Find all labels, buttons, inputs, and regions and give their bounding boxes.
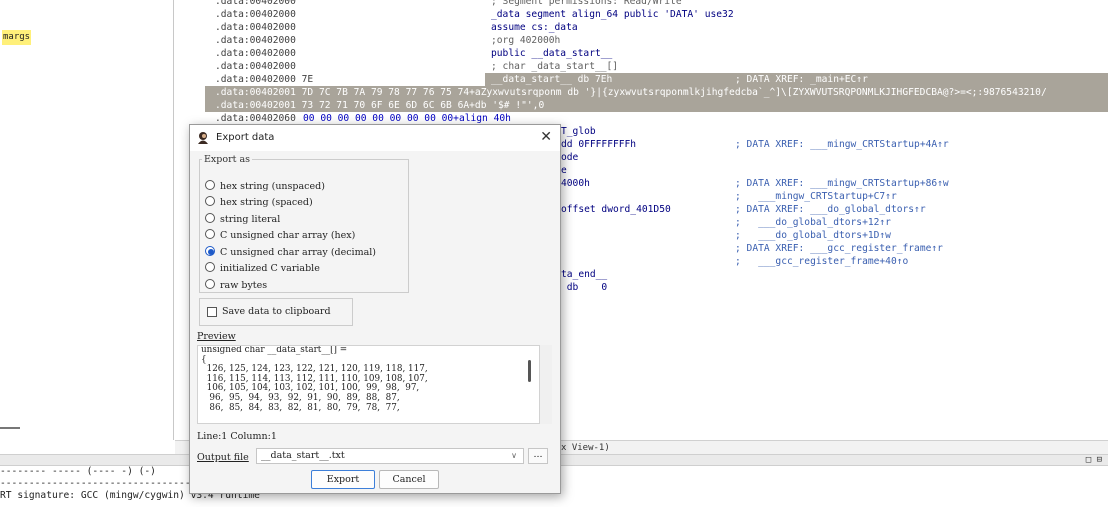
radio-icon[interactable] bbox=[205, 279, 215, 289]
asm-line-string[interactable]: .data:00402001 7D 7C 7B 7A 79 78 77 76 7… bbox=[215, 86, 1047, 99]
functions-pane[interactable]: margs bbox=[0, 0, 174, 440]
output-file-combobox[interactable]: __data_start__.txt ∨ bbox=[256, 448, 524, 464]
preview-line: unsigned char __data_start__[] = bbox=[201, 345, 348, 355]
asm-code-fragment[interactable]: e bbox=[561, 164, 567, 177]
ida-app-icon bbox=[198, 132, 208, 144]
xref-comment[interactable]: ; DATA XREF: ___mingw_CRTStartup+4A↑r bbox=[735, 138, 949, 151]
radio-icon[interactable] bbox=[205, 213, 215, 223]
radio-c-array-decimal[interactable]: C unsigned char array (decimal) bbox=[205, 245, 376, 261]
function-row[interactable] bbox=[0, 15, 173, 30]
xref-comment[interactable]: ; DATA XREF: ___mingw_CRTStartup+86↑w bbox=[735, 177, 949, 190]
xref-comment[interactable]: ; DATA XREF: ___do_global_dtors↑r bbox=[735, 203, 926, 216]
preview-label: Preview bbox=[197, 331, 236, 342]
radio-initialized-c-variable[interactable]: initialized C variable bbox=[205, 261, 320, 277]
radio-hex-spaced[interactable]: hex string (spaced) bbox=[205, 195, 313, 211]
asm-code-fragment[interactable]: db 0 bbox=[561, 281, 607, 294]
asm-code-fragment[interactable]: dd 0FFFFFFFFh bbox=[561, 138, 636, 151]
chevron-down-icon[interactable]: ∨ bbox=[511, 449, 517, 463]
asm-code-fragment[interactable]: offset dword_401D50 bbox=[561, 203, 671, 216]
function-row-highlighted[interactable]: margs bbox=[0, 30, 173, 45]
asm-code-fragment[interactable]: 4000h bbox=[561, 177, 590, 190]
export-data-dialog[interactable]: Export data ✕ Export as hex string (unsp… bbox=[189, 124, 561, 494]
xref-comment[interactable]: ; ___do_global_dtors+1D↑w bbox=[735, 229, 891, 242]
function-row[interactable] bbox=[0, 0, 173, 15]
export-as-group: Export as hex string (unspaced) hex stri… bbox=[199, 154, 409, 293]
xref-comment[interactable]: ; ___do_global_dtors+12↑r bbox=[735, 216, 891, 229]
browse-button[interactable]: ... bbox=[528, 448, 548, 464]
xref-comment[interactable]: ; ___gcc_register_frame+40↑o bbox=[735, 255, 908, 268]
asm-code-fragment[interactable]: ode bbox=[561, 151, 578, 164]
radio-selected-icon[interactable] bbox=[205, 246, 215, 256]
pane-divider bbox=[0, 427, 20, 429]
export-button[interactable]: Export bbox=[311, 470, 375, 489]
asm-code-fragment[interactable]: T_glob bbox=[561, 125, 596, 138]
radio-c-array-hex[interactable]: C unsigned char array (hex) bbox=[205, 228, 355, 244]
radio-icon[interactable] bbox=[205, 229, 215, 239]
radio-icon[interactable] bbox=[205, 262, 215, 272]
radio-string-literal[interactable]: string literal bbox=[205, 212, 280, 228]
asm-code-fragment[interactable]: ta_end__ bbox=[561, 268, 607, 281]
dialog-title-bar[interactable]: Export data ✕ bbox=[190, 125, 560, 151]
radio-icon[interactable] bbox=[205, 180, 215, 190]
xref-comment[interactable]: ; ___mingw_CRTStartup+C7↑r bbox=[735, 190, 897, 203]
cursor-position: Line:1 Column:1 bbox=[197, 431, 277, 442]
output-file-label: Output file bbox=[197, 452, 249, 463]
asm-line-string-cont[interactable]: .data:00402001 73 72 71 70 6F 6E 6D 6C 6… bbox=[215, 99, 544, 112]
preview-gutter bbox=[540, 345, 552, 424]
radio-raw-bytes[interactable]: raw bytes bbox=[205, 278, 267, 294]
radio-icon[interactable] bbox=[205, 196, 215, 206]
save-to-clipboard-checkbox[interactable]: Save data to clipboard bbox=[199, 298, 353, 326]
dialog-title: Export data bbox=[216, 132, 275, 143]
close-icon[interactable]: ✕ bbox=[540, 129, 552, 145]
export-as-legend: Export as bbox=[204, 154, 251, 165]
xref-comment[interactable]: ; DATA XREF: ___gcc_register_frame↑r bbox=[735, 242, 943, 255]
preview-textarea[interactable]: unsigned char __data_start__[] = { 126, … bbox=[197, 345, 540, 424]
cancel-button[interactable]: Cancel bbox=[379, 470, 439, 489]
preview-scrollbar[interactable] bbox=[528, 360, 531, 382]
preview-line: 86, 85, 84, 83, 82, 81, 80, 79, 78, 77, bbox=[201, 402, 400, 413]
window-controls-icon[interactable]: □ ⊟ bbox=[1086, 455, 1102, 465]
radio-hex-unspaced[interactable]: hex string (unspaced) bbox=[205, 179, 325, 195]
checkbox-icon[interactable] bbox=[207, 307, 217, 317]
